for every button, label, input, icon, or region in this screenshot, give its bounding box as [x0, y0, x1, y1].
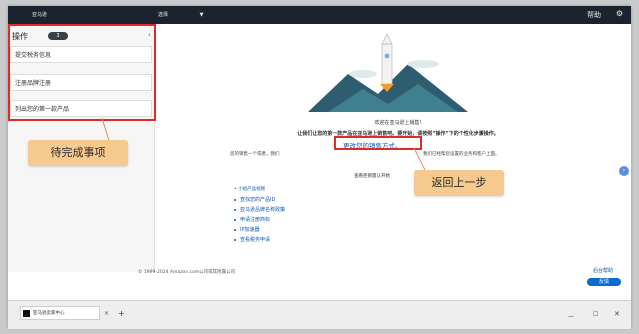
add-tab-icon[interactable]: + [118, 309, 125, 318]
tab-favicon-icon [23, 310, 30, 317]
resource-link[interactable]: IP加速器 [234, 226, 260, 233]
pending-highlight-box [8, 24, 156, 121]
top-navigation-bar: 亚马逊 选择 ▼ 帮助 ⚙ [8, 6, 631, 24]
right-description: 我们已经帮您设置的业务和客户上面。 [423, 152, 500, 157]
tab-label: 亚马逊卖家中心 [33, 311, 65, 316]
browser-window: 亚马逊 选择 ▼ 帮助 ⚙ 操作 3 ‹ 提交税务信息 注册品牌注册 列出您的第… [8, 6, 631, 329]
chevron-down-icon: ▼ [199, 12, 204, 18]
rocket-illustration [308, 34, 468, 112]
left-description: 您的销售一个或者，我们 [230, 152, 280, 157]
minimize-icon[interactable]: — [568, 313, 574, 320]
resource-link[interactable]: 亚马逊品牌名称政策 [234, 206, 285, 213]
go-back-callout: 返回上一步 [414, 170, 504, 196]
scroll-indicator-icon[interactable]: › [619, 166, 629, 176]
change-link-highlight-box [334, 136, 422, 150]
pending-tasks-callout: 待完成事项 [28, 140, 128, 166]
help-link-footer[interactable]: 后台帮助 [593, 267, 613, 274]
marketplace-selector[interactable]: 选择 ▼ [158, 11, 203, 18]
learn-more-button[interactable]: 查看拒销量认开始 [354, 173, 390, 179]
marketplace-label: 选择 [158, 12, 169, 18]
resource-link[interactable]: 查找您的产品ID [234, 196, 275, 203]
feedback-button[interactable]: 反馈 [587, 278, 621, 286]
window-close-icon[interactable]: ✕ [614, 310, 620, 318]
brand-logo[interactable]: 亚马逊 [32, 11, 47, 18]
taskbar: 亚马逊卖家中心 × + — ☐ ✕ [8, 300, 631, 329]
gear-icon[interactable]: ⚙ [616, 9, 623, 18]
close-icon[interactable]: × [104, 310, 109, 317]
browser-tab[interactable]: 亚马逊卖家中心 [20, 306, 100, 320]
copyright-text: © 1999-2024 Amazon.com公司或其附属公司 [138, 270, 236, 275]
maximize-icon[interactable]: ☐ [593, 311, 598, 318]
resource-link[interactable]: 查看税务申请 [234, 236, 270, 243]
resource-link[interactable]: 申请注册商标 [234, 216, 270, 223]
help-link[interactable]: 帮助 [587, 10, 601, 20]
welcome-heading: 欢迎在亚马逊上销售! [374, 120, 422, 126]
resources-title: • 小组产品视频 [234, 187, 266, 192]
